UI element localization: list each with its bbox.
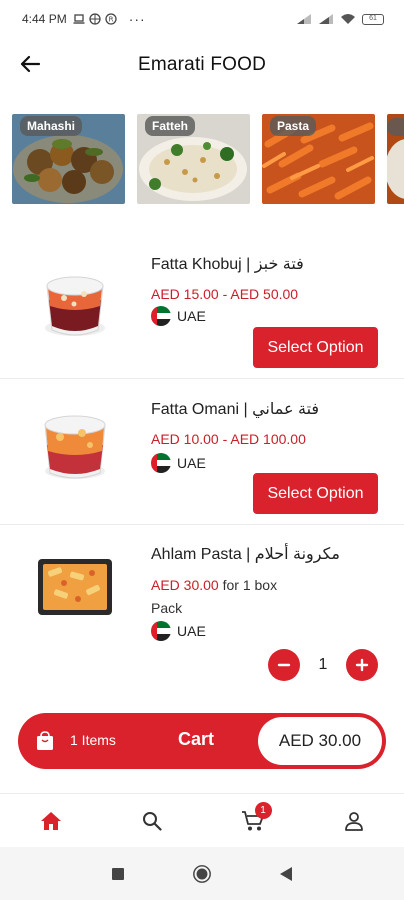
- status-time: 4:44 PM: [22, 12, 67, 26]
- country-label: UAE: [177, 308, 206, 324]
- product-price: AED 15.00 - AED 50.00: [151, 286, 299, 302]
- home-system-button[interactable]: [192, 864, 212, 884]
- product-name[interactable]: Fatta Khobuj | فتة خبز: [151, 254, 304, 274]
- nav-profile[interactable]: [303, 794, 404, 847]
- minus-icon: [277, 663, 291, 667]
- signal-icon: [297, 14, 311, 24]
- cart-total: AED 30.00: [258, 717, 382, 765]
- select-option-button[interactable]: Select Option: [253, 327, 378, 368]
- cart-label: Cart: [178, 729, 215, 749]
- recents-button[interactable]: [108, 864, 128, 884]
- product-price-unit: for 1 box: [222, 577, 278, 593]
- home-icon: [40, 811, 61, 830]
- uae-flag-icon: [151, 306, 171, 326]
- product-origin: UAE: [151, 621, 206, 641]
- page-title: Emarati FOOD: [137, 54, 267, 75]
- person-icon: [344, 811, 363, 831]
- nav-home[interactable]: [0, 794, 101, 847]
- product-price-value: AED 30.00: [151, 577, 219, 593]
- uae-flag-icon: [151, 621, 171, 641]
- globe-icon: [89, 13, 101, 25]
- status-bar: 4:44 PM R ··· 61: [0, 0, 404, 38]
- country-label: UAE: [177, 455, 206, 471]
- arrow-left-icon: [20, 55, 41, 73]
- cart-badge: 1: [254, 802, 272, 819]
- search-icon: [142, 811, 162, 831]
- quantity-stepper: 1: [268, 649, 378, 681]
- svg-text:R: R: [108, 16, 113, 24]
- product-price: AED 30.00 for 1 box: [151, 577, 277, 593]
- product-item[interactable]: Fatta Omani | فتة عماني AED 10.00 - AED …: [0, 379, 404, 525]
- product-origin: UAE: [151, 453, 206, 473]
- quantity-value: 1: [318, 656, 328, 673]
- system-navigation: [0, 847, 404, 900]
- nav-cart[interactable]: 1: [202, 794, 303, 847]
- app-header: Emarati FOOD: [0, 38, 404, 92]
- circle-icon: [193, 864, 211, 883]
- registered-icon: R: [105, 13, 117, 25]
- square-icon: [112, 867, 124, 880]
- back-button[interactable]: [16, 52, 44, 76]
- category-card-mahashi[interactable]: Mahashi: [12, 114, 125, 204]
- wifi-icon: [341, 14, 355, 24]
- category-label: Fatteh: [145, 116, 195, 136]
- signal-icon: [319, 14, 333, 24]
- product-image: [38, 559, 112, 615]
- product-origin: UAE: [151, 306, 206, 326]
- bottom-navigation: 1: [0, 793, 404, 847]
- status-more: ···: [128, 11, 146, 27]
- product-item[interactable]: Fatta Khobuj | فتة خبز AED 15.00 - AED 5…: [0, 228, 404, 379]
- category-carousel: Mahashi Fatteh Pasta: [12, 114, 404, 206]
- product-image: [45, 276, 105, 336]
- product-image: [44, 415, 106, 479]
- category-label: Mahashi: [20, 116, 83, 136]
- nav-search[interactable]: [101, 794, 202, 847]
- uae-flag-icon: [151, 453, 171, 473]
- cart-item-count: 1 Items: [70, 732, 116, 748]
- triangle-back-icon: [280, 866, 292, 881]
- category-card-pasta[interactable]: Pasta: [262, 114, 375, 204]
- category-image: [387, 114, 404, 204]
- plus-icon: [355, 658, 369, 672]
- battery-icon: 61: [362, 13, 384, 25]
- product-price: AED 10.00 - AED 100.00: [151, 431, 306, 447]
- shopping-bag-icon: [37, 731, 53, 750]
- select-option-button[interactable]: Select Option: [253, 473, 378, 514]
- country-label: UAE: [177, 623, 206, 639]
- product-pack: Pack: [151, 600, 183, 616]
- category-card-partial[interactable]: [387, 114, 404, 204]
- product-name[interactable]: Fatta Omani | فتة عماني: [151, 399, 319, 419]
- increase-quantity-button[interactable]: [346, 649, 378, 681]
- decrease-quantity-button[interactable]: [268, 649, 300, 681]
- laptop-icon: [73, 14, 85, 24]
- cart-bar[interactable]: 1 Items Cart AED 30.00: [18, 713, 386, 769]
- category-label: Pasta: [270, 116, 317, 136]
- product-name[interactable]: Ahlam Pasta | مكرونة أحلام: [151, 544, 340, 564]
- back-system-button[interactable]: [276, 864, 296, 884]
- category-card-fatteh[interactable]: Fatteh: [137, 114, 250, 204]
